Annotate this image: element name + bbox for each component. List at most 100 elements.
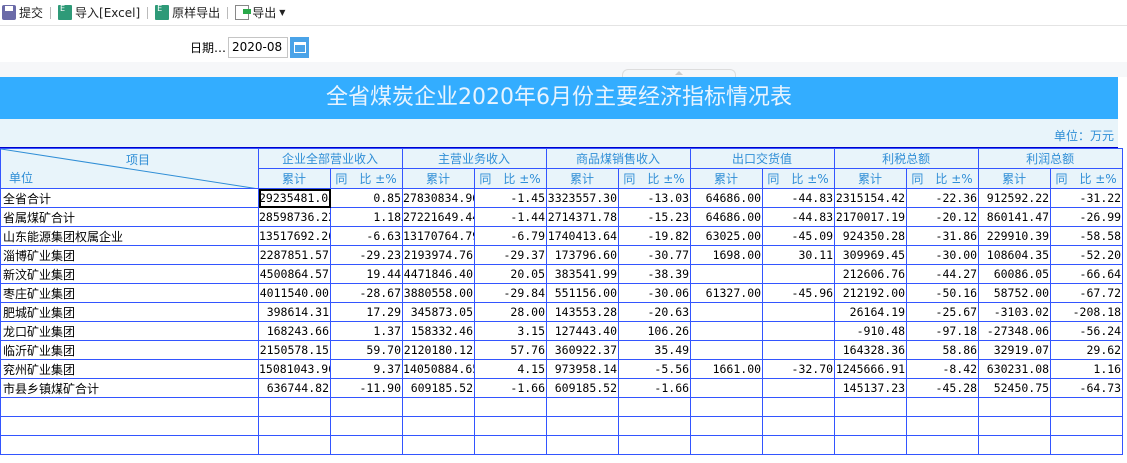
value-cell[interactable]: 398614.31 (258, 302, 331, 322)
value-cell[interactable]: 27221649.44 (402, 207, 476, 227)
value-cell[interactable]: -11.90 (329, 378, 404, 398)
value-cell[interactable]: 60086.05 (978, 264, 1052, 284)
value-cell[interactable]: 212606.76 (834, 264, 908, 284)
value-cell[interactable]: -22.36 (906, 188, 980, 208)
value-cell[interactable]: 609185.52 (402, 378, 476, 398)
value-cell[interactable]: 1698.00 (690, 245, 764, 265)
empty-cell[interactable] (474, 416, 548, 436)
value-cell[interactable]: 3.15 (474, 321, 548, 341)
value-cell[interactable]: 32919.07 (978, 340, 1052, 360)
value-cell[interactable]: 13170764.79 (402, 226, 476, 246)
unit-name-cell[interactable]: 新汶矿业集团 (0, 264, 259, 284)
value-cell[interactable]: 168243.66 (258, 321, 331, 341)
value-cell[interactable]: 924350.28 (834, 226, 908, 246)
value-cell[interactable]: 52450.75 (978, 378, 1052, 398)
value-cell[interactable]: 4.15 (474, 359, 548, 379)
value-cell[interactable]: -45.28 (906, 378, 980, 398)
calendar-icon[interactable] (290, 37, 310, 58)
empty-cell[interactable] (474, 435, 548, 455)
empty-cell[interactable] (329, 397, 404, 417)
value-cell[interactable]: 29235481.04 (258, 188, 331, 208)
value-cell[interactable]: 2315154.42 (834, 188, 908, 208)
value-cell[interactable] (690, 340, 764, 360)
value-cell[interactable]: -19.82 (618, 226, 692, 246)
empty-cell[interactable] (762, 435, 836, 455)
value-cell[interactable] (690, 264, 764, 284)
export-dropdown-button[interactable]: 导出 ▼ (235, 4, 285, 21)
value-cell[interactable]: -32.70 (762, 359, 836, 379)
empty-cell[interactable] (762, 397, 836, 417)
empty-cell[interactable] (402, 397, 476, 417)
value-cell[interactable]: 2287851.57 (258, 245, 331, 265)
value-cell[interactable]: -45.09 (762, 226, 836, 246)
value-cell[interactable] (690, 302, 764, 322)
value-cell[interactable]: -29.84 (474, 283, 548, 303)
empty-cell[interactable] (258, 397, 331, 417)
value-cell[interactable]: -27348.06 (978, 321, 1052, 341)
empty-cell[interactable] (690, 397, 764, 417)
value-cell[interactable]: -1.45 (474, 188, 548, 208)
empty-cell[interactable] (0, 397, 259, 417)
value-cell[interactable]: 158332.46 (402, 321, 476, 341)
value-cell[interactable]: 383541.99 (546, 264, 620, 284)
value-cell[interactable]: -1.66 (474, 378, 548, 398)
value-cell[interactable]: -66.64 (1050, 264, 1124, 284)
unit-name-cell[interactable]: 枣庄矿业集团 (0, 283, 259, 303)
value-cell[interactable]: 26164.19 (834, 302, 908, 322)
value-cell[interactable]: 636744.82 (258, 378, 331, 398)
empty-cell[interactable] (329, 416, 404, 436)
value-cell[interactable]: -30.77 (618, 245, 692, 265)
value-cell[interactable]: 3323557.30 (546, 188, 620, 208)
value-cell[interactable]: 4471846.40 (402, 264, 476, 284)
value-cell[interactable]: 17.29 (329, 302, 404, 322)
empty-cell[interactable] (258, 435, 331, 455)
unit-name-cell[interactable]: 山东能源集团权属企业 (0, 226, 259, 246)
empty-cell[interactable] (546, 416, 620, 436)
value-cell[interactable]: 58752.00 (978, 283, 1052, 303)
value-cell[interactable]: -8.42 (906, 359, 980, 379)
value-cell[interactable]: 1.37 (329, 321, 404, 341)
value-cell[interactable]: -58.58 (1050, 226, 1124, 246)
value-cell[interactable]: -910.48 (834, 321, 908, 341)
value-cell[interactable]: -20.63 (618, 302, 692, 322)
empty-cell[interactable] (402, 416, 476, 436)
value-cell[interactable]: -44.83 (762, 188, 836, 208)
value-cell[interactable]: 108604.35 (978, 245, 1052, 265)
value-cell[interactable]: -44.27 (906, 264, 980, 284)
value-cell[interactable]: -44.83 (762, 207, 836, 227)
empty-cell[interactable] (834, 397, 908, 417)
value-cell[interactable]: -25.67 (906, 302, 980, 322)
value-cell[interactable]: 35.49 (618, 340, 692, 360)
value-cell[interactable]: -50.16 (906, 283, 980, 303)
value-cell[interactable]: 27830834.96 (402, 188, 476, 208)
value-cell[interactable]: 212192.00 (834, 283, 908, 303)
empty-cell[interactable] (258, 416, 331, 436)
empty-cell[interactable] (474, 397, 548, 417)
empty-cell[interactable] (0, 416, 259, 436)
unit-name-cell[interactable]: 全省合计 (0, 188, 259, 208)
unit-name-cell[interactable]: 市县乡镇煤矿合计 (0, 378, 259, 398)
value-cell[interactable]: 860141.47 (978, 207, 1052, 227)
unit-name-cell[interactable]: 兖州矿业集团 (0, 359, 259, 379)
date-input[interactable]: 2020-08 (228, 37, 289, 58)
value-cell[interactable]: 4011540.00 (258, 283, 331, 303)
value-cell[interactable]: 2193974.76 (402, 245, 476, 265)
value-cell[interactable]: -64.73 (1050, 378, 1124, 398)
empty-cell[interactable] (618, 416, 692, 436)
value-cell[interactable]: 0.85 (329, 188, 404, 208)
export-original-button[interactable]: 原样导出 (155, 4, 220, 21)
value-cell[interactable]: 19.44 (329, 264, 404, 284)
value-cell[interactable]: -1.66 (618, 378, 692, 398)
unit-name-cell[interactable]: 省属煤矿合计 (0, 207, 259, 227)
unit-name-cell[interactable]: 临沂矿业集团 (0, 340, 259, 360)
import-excel-button[interactable]: 导入[Excel] (58, 4, 140, 21)
value-cell[interactable]: 173796.60 (546, 245, 620, 265)
value-cell[interactable]: 57.76 (474, 340, 548, 360)
value-cell[interactable]: 64686.00 (690, 207, 764, 227)
value-cell[interactable]: 551156.00 (546, 283, 620, 303)
value-cell[interactable]: -15.23 (618, 207, 692, 227)
value-cell[interactable]: -30.00 (906, 245, 980, 265)
value-cell[interactable]: -6.63 (329, 226, 404, 246)
value-cell[interactable]: -52.20 (1050, 245, 1124, 265)
value-cell[interactable]: 145137.23 (834, 378, 908, 398)
